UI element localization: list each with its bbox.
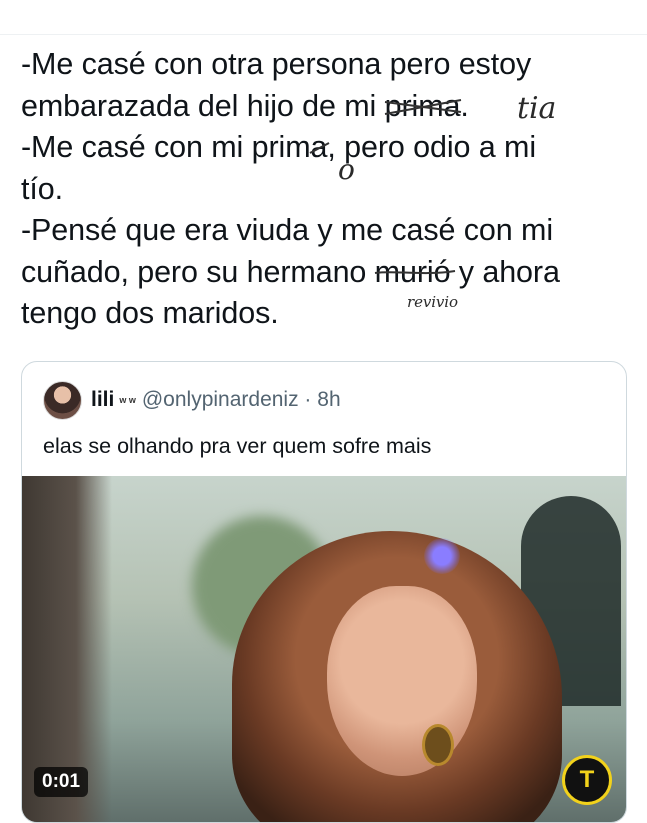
tweet-line: cuñado, pero su hermano murió y ahora re… (21, 252, 631, 311)
tweet-fragment: cuñado, pero su hermano (21, 254, 375, 289)
struck-word: a (309, 127, 329, 169)
tweet-fragment: -Me casé con mi prim (21, 130, 311, 164)
tweet-fragment: embarazada del hijo de mi (21, 88, 385, 123)
tweet-line: tío. (21, 171, 63, 206)
video-thumbnail[interactable]: 0:01 T (22, 476, 626, 822)
earring (422, 724, 454, 766)
author-name[interactable]: lili (91, 388, 114, 412)
scribble-strike-icon (374, 269, 455, 274)
tweet-line: tengo dos maridos. (21, 296, 279, 330)
tweet-fragment: y ahora (450, 254, 560, 289)
tweet-fragment: , pero odio a mi (327, 130, 537, 164)
struck-word: prima (384, 86, 461, 128)
tweet-text: -Me casé con otra persona pero estoy emb… (21, 44, 631, 335)
tweet-line: embarazada del hijo de mi prima. tia (21, 86, 631, 128)
quoted-tweet-text: elas se olhando pra ver quem sofre mais (43, 434, 432, 458)
quoted-tweet-header: lili w w @onlypinardeniz · 8h (43, 380, 341, 420)
tweet-line: -Pensé que era viuda y me casé con mi (21, 213, 554, 247)
scribble-strike-icon (309, 142, 329, 154)
top-divider (0, 0, 647, 35)
name-emoji: w w (119, 395, 136, 405)
avatar[interactable] (43, 380, 82, 420)
video-timer: 0:01 (34, 767, 89, 797)
handwritten-correction: revivio (407, 292, 458, 311)
author-handle-time[interactable]: @onlypinardeniz · 8h (142, 388, 341, 412)
lens-flare (424, 538, 460, 574)
watermark-badge-icon[interactable]: T (562, 755, 612, 805)
woman-face (327, 586, 477, 776)
tweet-line: -Me casé con otra persona pero estoy (21, 47, 532, 81)
handwritten-correction: o (338, 153, 355, 186)
quoted-tweet-card[interactable]: lili w w @onlypinardeniz · 8h elas se ol… (21, 361, 627, 823)
tweet-line: -Me casé con mi prima, pero odio a mi o (21, 127, 631, 186)
handwritten-correction: tia (517, 91, 557, 126)
scribble-strike-icon (384, 98, 461, 115)
